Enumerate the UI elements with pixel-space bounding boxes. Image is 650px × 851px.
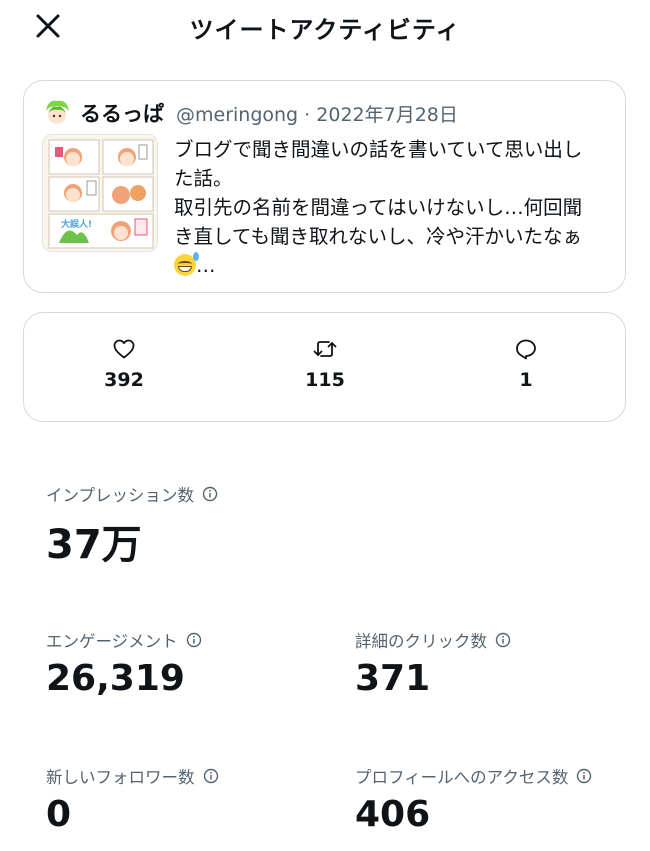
tweet-text-line: き直しても聞き取れないし、冷や汗かいたなぁ xyxy=(174,225,582,248)
info-icon[interactable] xyxy=(186,632,202,648)
profile-visits-metric: プロフィールへのアクセス数 406 xyxy=(355,764,592,835)
tweet-text-line: ブログで聞き間違いの話を書いていて思い出し xyxy=(174,138,583,161)
retweets-count: 115 xyxy=(305,369,345,391)
info-icon[interactable] xyxy=(576,768,592,784)
info-icon[interactable] xyxy=(203,768,219,784)
meta-separator: · xyxy=(304,104,311,126)
engagement-card: 392 115 1 xyxy=(23,312,626,422)
profile-visits-value: 406 xyxy=(355,794,431,835)
tweet-text-line: 取引先の名前を間違ってはいけないし…何回聞 xyxy=(174,196,583,219)
avatar[interactable] xyxy=(42,97,72,127)
engagements-label: エンゲージメント xyxy=(46,632,178,651)
thumb-caption: 大誤人! xyxy=(61,218,92,230)
likes-count: 392 xyxy=(104,369,144,391)
profile-visits-label: プロフィールへのアクセス数 xyxy=(355,768,569,787)
likes-stat[interactable]: 392 xyxy=(64,337,184,391)
page-title: ツイートアクティビティ xyxy=(189,16,461,44)
tweet-meta: @meringong · 2022年7月28日 xyxy=(176,100,458,127)
sweat-smile-emoji-icon xyxy=(174,252,199,276)
header: ツイートアクティビティ xyxy=(0,0,650,52)
detail-clicks-value: 371 xyxy=(355,658,431,699)
tweet-date: 2022年7月28日 xyxy=(316,104,458,126)
new-followers-label: 新しいフォロワー数 xyxy=(46,768,195,787)
tweet-text-line-last: … xyxy=(174,251,604,280)
engagements-metric: エンゲージメント 26,319 xyxy=(46,628,202,699)
new-followers-value: 0 xyxy=(46,794,72,835)
detail-clicks-metric: 詳細のクリック数 371 xyxy=(355,628,511,699)
engagements-value: 26,319 xyxy=(46,658,185,699)
author-handle[interactable]: @meringong xyxy=(176,104,298,126)
retweets-stat[interactable]: 115 xyxy=(265,337,385,391)
tweet-card[interactable]: るるっぱ @meringong · 2022年7月28日 大誤人! ブログで聞き… xyxy=(23,80,626,293)
retweet-icon xyxy=(313,341,337,357)
impressions-label: インプレッション数 xyxy=(46,486,195,505)
detail-clicks-label: 詳細のクリック数 xyxy=(355,632,487,651)
tweet-text: ブログで聞き間違いの話を書いていて思い出し た話。 取引先の名前を間違ってはいけ… xyxy=(174,135,604,280)
tweet-image[interactable]: 大誤人! xyxy=(42,134,158,252)
impressions-value: 37万 xyxy=(46,522,142,568)
replies-stat[interactable]: 1 xyxy=(466,337,586,391)
heart-icon xyxy=(113,339,135,359)
reply-icon xyxy=(516,339,536,360)
tweet-text-line: た話。 xyxy=(174,167,233,190)
replies-count: 1 xyxy=(519,369,533,391)
new-followers-metric: 新しいフォロワー数 0 xyxy=(46,764,219,835)
info-icon[interactable] xyxy=(495,632,511,648)
info-icon[interactable] xyxy=(202,486,218,502)
author-name[interactable]: るるっぱ xyxy=(80,98,164,128)
impressions-metric: インプレッション数 37万 xyxy=(46,482,218,570)
